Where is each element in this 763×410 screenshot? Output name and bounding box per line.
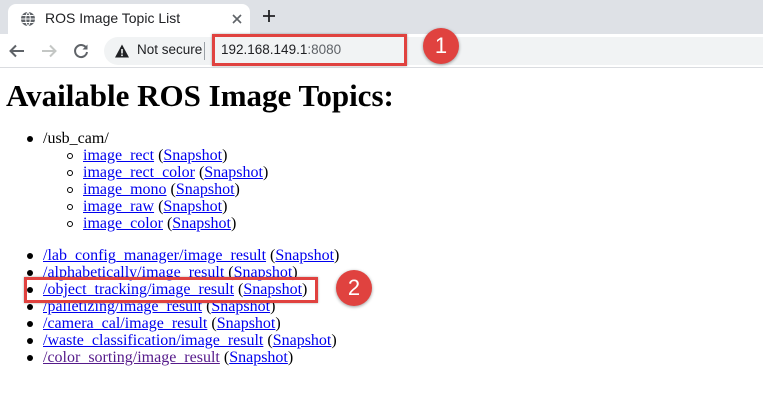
list-bullet	[27, 136, 33, 142]
list-item: /camera_cal/image_result (Snapshot)	[43, 315, 281, 332]
topic-link[interactable]: image_raw	[83, 198, 154, 215]
snapshot-link[interactable]: Snapshot	[273, 332, 332, 349]
warning-icon[interactable]	[114, 43, 130, 59]
list-bullet	[27, 270, 33, 276]
list-item: image_color (Snapshot)	[83, 215, 237, 232]
topic-link[interactable]: image_rect_color	[83, 164, 195, 181]
page-title: Available ROS Image Topics:	[6, 78, 394, 113]
topic-link[interactable]: /waste_classification/image_result	[43, 332, 263, 349]
close-icon[interactable]	[230, 12, 244, 26]
list-bullet	[67, 153, 73, 159]
plus-icon[interactable]	[262, 9, 276, 23]
topic-link[interactable]: /camera_cal/image_result	[43, 315, 207, 332]
forward-arrow-icon[interactable]	[40, 42, 58, 60]
step-badge-1: 1	[423, 28, 459, 64]
topic-highlight-box	[24, 277, 318, 303]
snapshot-link[interactable]: Snapshot	[229, 349, 288, 366]
list-item: /lab_config_manager/image_result (Snapsh…	[43, 247, 340, 264]
topic-link[interactable]: image_rect	[83, 147, 154, 164]
topic-link[interactable]: image_color	[83, 215, 163, 232]
snapshot-link[interactable]: Snapshot	[172, 215, 231, 232]
snapshot-link[interactable]: Snapshot	[163, 198, 222, 215]
list-bullet	[27, 321, 33, 327]
reload-icon[interactable]	[72, 42, 90, 60]
list-item: image_rect_color (Snapshot)	[83, 164, 269, 181]
list-item: image_mono (Snapshot)	[83, 181, 240, 198]
tab-title: ROS Image Topic List	[45, 10, 181, 26]
list-bullet	[67, 204, 73, 210]
back-arrow-icon[interactable]	[8, 42, 26, 60]
url-highlight-box	[212, 34, 407, 66]
list-item: /waste_classification/image_result (Snap…	[43, 332, 337, 349]
list-bullet	[67, 170, 73, 176]
list-bullet	[27, 355, 33, 361]
tab-strip: ROS Image Topic List	[0, 0, 763, 34]
security-label[interactable]: Not secure	[137, 42, 202, 57]
list-bullet	[67, 221, 73, 227]
snapshot-link[interactable]: Snapshot	[204, 164, 263, 181]
list-bullet	[27, 338, 33, 344]
step-badge-2: 2	[336, 270, 372, 306]
list-item: /color_sorting/image_result (Snapshot)	[43, 349, 294, 366]
browser-tab[interactable]: ROS Image Topic List	[8, 4, 250, 34]
snapshot-link[interactable]: Snapshot	[217, 315, 276, 332]
snapshot-link[interactable]: Snapshot	[163, 147, 222, 164]
globe-icon	[21, 11, 35, 27]
list-bullet	[67, 187, 73, 193]
list-bullet	[27, 253, 33, 259]
topic-link[interactable]: image_mono	[83, 181, 167, 198]
usb-cam-label: /usb_cam/	[43, 130, 109, 147]
topic-link[interactable]: /lab_config_manager/image_result	[43, 247, 266, 264]
list-item: image_rect (Snapshot)	[83, 147, 228, 164]
omnibox-divider	[204, 42, 205, 60]
topic-link[interactable]: /color_sorting/image_result	[43, 349, 220, 366]
list-bullet	[27, 304, 33, 310]
list-item: image_raw (Snapshot)	[83, 198, 228, 215]
snapshot-link[interactable]: Snapshot	[275, 247, 334, 264]
snapshot-link[interactable]: Snapshot	[176, 181, 235, 198]
